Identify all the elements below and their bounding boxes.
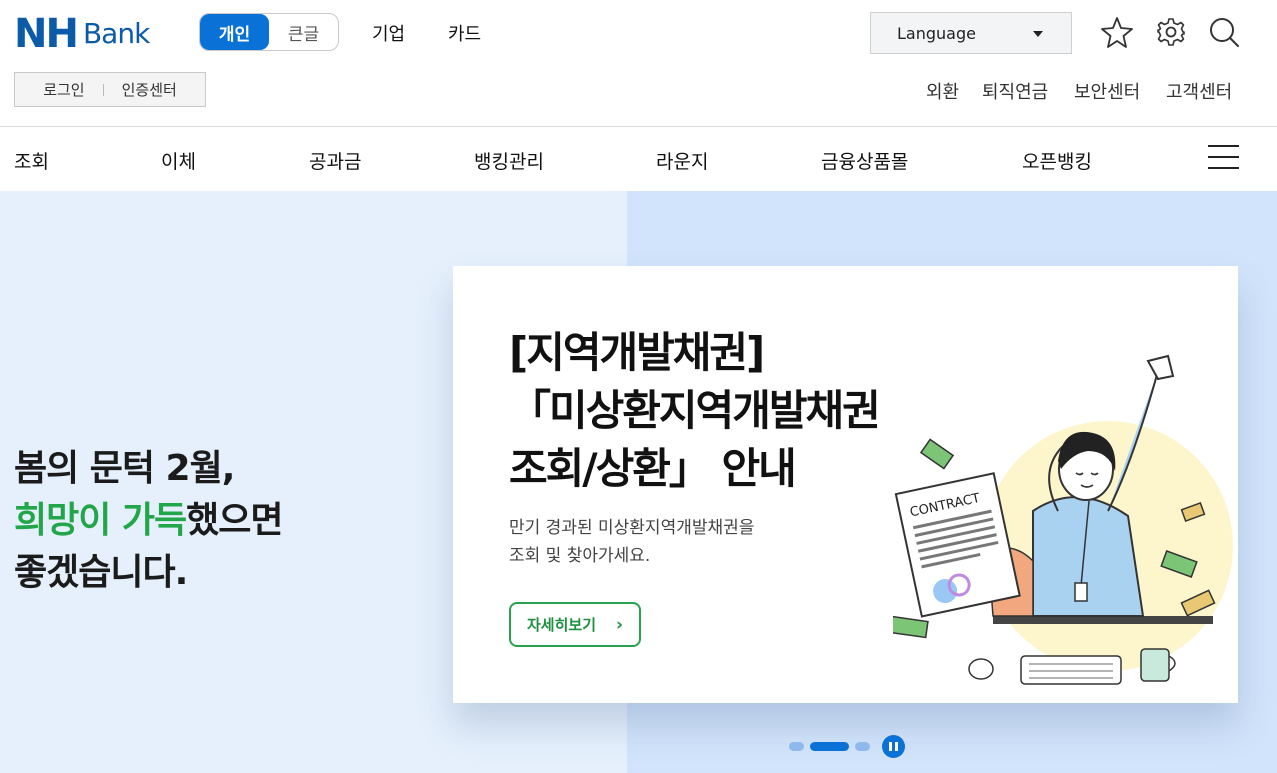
- gnb-item-financial-products[interactable]: 금융상품몰: [821, 147, 908, 174]
- hero-highlight: 희망이 가득: [14, 500, 187, 541]
- gear-icon[interactable]: [1153, 14, 1189, 50]
- hero-line-1: 봄의 문턱 2월,: [14, 448, 235, 489]
- cert-center-button[interactable]: 인증센터: [122, 79, 177, 100]
- banner-title-line-2: 「미상환지역개발채권: [509, 386, 881, 435]
- banner-title-line-1: [지역개발채권]: [509, 328, 765, 377]
- mode-personal-button[interactable]: 개인: [200, 14, 269, 50]
- banner-desc-line-1: 만기 경과된 미상환지역개발채권을: [509, 518, 755, 538]
- star-icon[interactable]: [1099, 14, 1135, 50]
- login-box: 로그인 인증센터: [14, 72, 206, 107]
- hero-line-3: 좋겠습니다.: [14, 552, 188, 593]
- carousel-dot-2[interactable]: [810, 741, 849, 751]
- language-select-value: Language: [897, 23, 976, 43]
- nh-bank-logo[interactable]: NH Bank: [14, 11, 150, 57]
- gnb-item-utility-bills[interactable]: 공과금: [309, 147, 361, 174]
- gnb-item-open-banking[interactable]: 오픈뱅킹: [1022, 147, 1092, 174]
- carousel-dot-1[interactable]: [789, 741, 804, 751]
- util-link-customer-center[interactable]: 고객센터: [1166, 78, 1232, 104]
- chevron-down-icon: [1033, 31, 1043, 37]
- language-select[interactable]: Language: [870, 12, 1072, 54]
- gnb-item-transfer[interactable]: 이체: [161, 147, 196, 174]
- nav-card-link[interactable]: 카드: [448, 20, 481, 46]
- banner-desc-line-2: 조회 및 찾아가세요.: [509, 546, 651, 566]
- divider: [102, 83, 104, 96]
- hero-line-2: 희망이 가득했으면: [14, 495, 284, 547]
- pause-icon[interactable]: [882, 734, 905, 758]
- gnb-item-inquiry[interactable]: 조회: [14, 147, 49, 174]
- logo-brand: NH: [14, 11, 79, 57]
- chevron-right-icon: ›: [615, 615, 623, 635]
- search-icon[interactable]: [1206, 14, 1242, 50]
- gnb-item-banking-management[interactable]: 뱅킹관리: [474, 147, 544, 174]
- hero-section: 봄의 문턱 2월, 희망이 가득했으면 좋겠습니다. [지역개발채권] 「미상환…: [0, 191, 1277, 773]
- mode-toggle: 개인 큰글: [199, 13, 339, 51]
- banner-illustration: CONTRACT: [893, 354, 1233, 685]
- menu-icon[interactable]: [1208, 145, 1239, 171]
- logo-product: Bank: [82, 17, 150, 50]
- promo-banner[interactable]: [지역개발채권] 「미상환지역개발채권 조회/상환」 안내 만기 경과된 미상환…: [453, 266, 1238, 703]
- login-button[interactable]: 로그인: [43, 79, 84, 100]
- util-link-pension[interactable]: 퇴직연금: [982, 78, 1048, 104]
- util-link-security[interactable]: 보안센터: [1074, 78, 1140, 104]
- hero-message: 봄의 문턱 2월, 희망이 가득했으면 좋겠습니다.: [14, 443, 284, 599]
- banner-title: [지역개발채권] 「미상환지역개발채권 조회/상환」 안내: [509, 324, 881, 498]
- mode-large-text-button[interactable]: 큰글: [269, 14, 338, 50]
- banner-description: 만기 경과된 미상환지역개발채권을 조회 및 찾아가세요.: [509, 514, 754, 570]
- banner-detail-button[interactable]: 자세히보기 ›: [509, 602, 641, 647]
- main-navigation: 조회 이체 공과금 뱅킹관리 라운지 금융상품몰 오픈뱅킹: [0, 127, 1277, 191]
- nav-corporate-link[interactable]: 기업: [372, 20, 405, 46]
- banner-title-line-3: 조회/상환」 안내: [509, 444, 797, 493]
- carousel-dot-3[interactable]: [855, 741, 870, 751]
- banner-detail-label: 자세히보기: [527, 616, 597, 634]
- gnb-item-lounge[interactable]: 라운지: [656, 147, 708, 174]
- site-header: NH Bank 개인 큰글 기업 카드 Language 로그인 인증센터 외환…: [0, 0, 1277, 127]
- hero-line-2-rest: 했으면: [186, 500, 283, 541]
- util-link-forex[interactable]: 외환: [926, 78, 959, 104]
- carousel-pager: [789, 734, 905, 758]
